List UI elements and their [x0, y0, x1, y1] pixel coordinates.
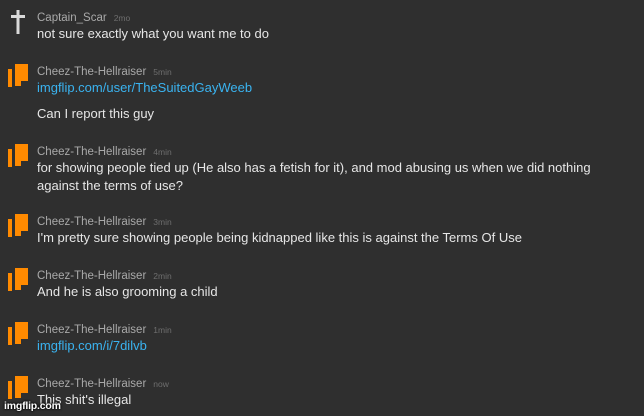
comment-item: Cheez-The-Hellraiser now This shit's illeg… — [0, 374, 644, 416]
watermark: imgflip.com — [4, 400, 61, 412]
comment-text: I'm pretty sure showing people being kid… — [37, 230, 522, 245]
comment-link[interactable]: imgflip.com/user/TheSuitedGayWeeb — [37, 79, 252, 97]
comment-time: 5min — [153, 67, 172, 77]
comment-meta: Captain_Scar 2mo — [37, 8, 130, 26]
username-link[interactable]: Cheez-The-Hellraiser — [37, 378, 146, 390]
username-link[interactable]: Cheez-The-Hellraiser — [37, 324, 146, 336]
orange-flag-icon[interactable] — [8, 322, 28, 346]
orange-flag-icon[interactable] — [8, 144, 28, 168]
comment-time: 4min — [153, 147, 172, 157]
comment-item: Cheez-The-Hellraiser 3min I'm pretty sure … — [0, 212, 644, 262]
comment-text: for showing people tied up (He also has … — [37, 160, 591, 175]
orange-flag-icon[interactable] — [8, 376, 28, 400]
comment-text: And he is also grooming a child — [37, 284, 218, 299]
comment-text: not sure exactly what you want me to do — [37, 26, 269, 41]
username-link[interactable]: Cheez-The-Hellraiser — [37, 270, 146, 282]
orange-flag-icon[interactable] — [8, 268, 28, 292]
comment-item: Cheez-The-Hellraiser 5min imgflip.com/user… — [0, 62, 644, 121]
comment-time: 1min — [153, 325, 172, 335]
comment-item: Cheez-The-Hellraiser 1min imgflip.com/i/7d… — [0, 320, 644, 370]
comment-meta: Cheez-The-Hellraiser now — [37, 374, 169, 392]
orange-flag-icon[interactable] — [8, 64, 28, 88]
orange-flag-icon[interactable] — [8, 214, 28, 238]
comment-meta: Cheez-The-Hellraiser 5min — [37, 62, 172, 80]
username-link[interactable]: Captain_Scar — [37, 12, 107, 24]
username-link[interactable]: Cheez-The-Hellraiser — [37, 146, 146, 158]
comment-time: now — [153, 379, 169, 389]
comment-text: Can I report this guy — [37, 106, 155, 121]
comment-item: Cheez-The-Hellraiser 2min And he is also g… — [0, 266, 644, 316]
comment-item: Captain_Scar 2mo not sure exactly what you… — [0, 8, 644, 58]
username-link[interactable]: Cheez-The-Hellraiser — [37, 66, 146, 78]
comment-time: 3min — [153, 217, 172, 227]
comment-thread: Captain_Scar 2mo not sure exactly what you… — [0, 0, 644, 416]
comment-time: 2mo — [113, 13, 131, 23]
comment-link[interactable]: imgflip.com/i/7dilvb — [37, 337, 147, 355]
comment-meta: Cheez-The-Hellraiser 4min — [37, 142, 172, 160]
comment-time: 2min — [153, 271, 172, 281]
username-link[interactable]: Cheez-The-Hellraiser — [37, 216, 146, 228]
comment-item: Cheez-The-Hellraiser 4min for showing peop… — [0, 142, 644, 193]
comment-text: against the terms of use? — [37, 178, 183, 193]
cross-icon[interactable] — [8, 10, 28, 34]
comment-meta: Cheez-The-Hellraiser 3min — [37, 212, 172, 230]
comment-meta: Cheez-The-Hellraiser 1min — [37, 320, 172, 338]
comment-meta: Cheez-The-Hellraiser 2min — [37, 266, 172, 284]
